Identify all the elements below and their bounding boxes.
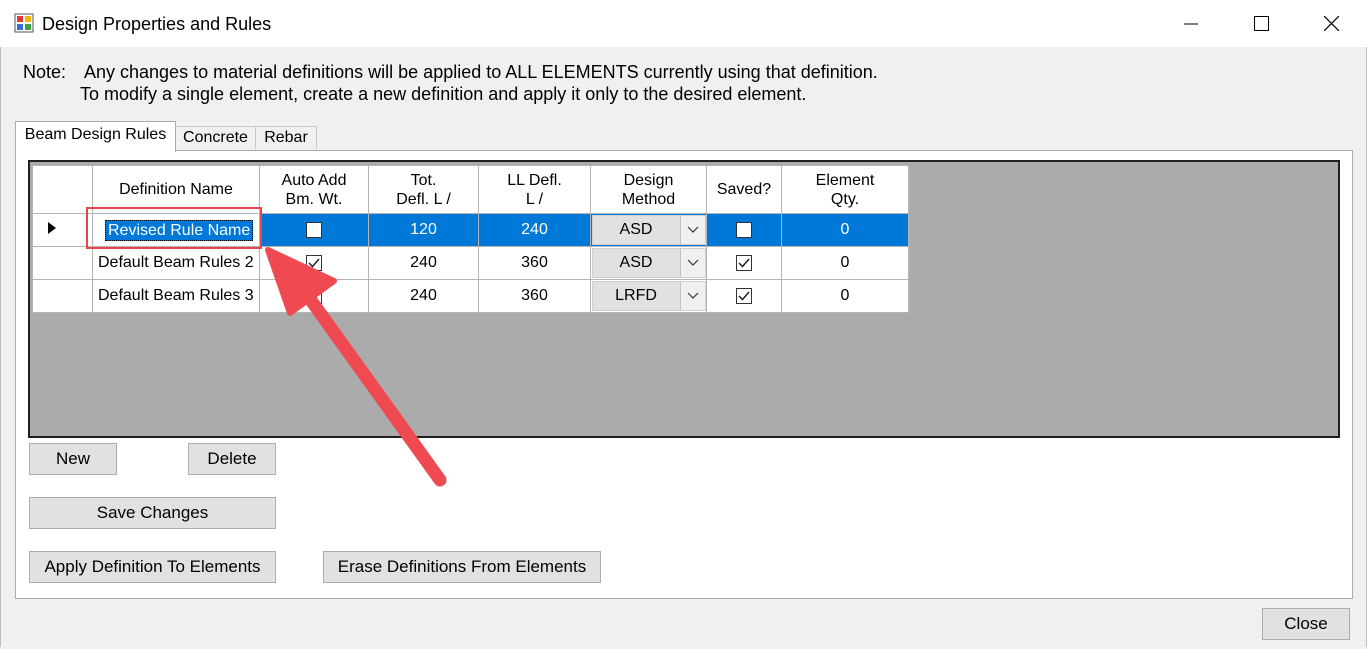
delete-button[interactable]: Delete	[188, 443, 276, 475]
chevron-down-icon[interactable]	[679, 282, 705, 310]
close-button[interactable]: Close	[1262, 608, 1350, 640]
saved-cell[interactable]	[706, 246, 782, 280]
col-header-ll-defl[interactable]: LL Defl. L /	[478, 165, 591, 214]
window-close-button[interactable]	[1296, 0, 1366, 47]
col-header-label: Defl. L /	[396, 190, 451, 208]
definition-name-cell[interactable]: Default Beam Rules 3	[92, 279, 260, 313]
element-qty-cell: 0	[781, 246, 909, 280]
note-line-2: To modify a single element, create a new…	[80, 84, 807, 104]
tab-concrete[interactable]: Concrete	[175, 126, 256, 149]
saved-cell[interactable]	[706, 213, 782, 247]
col-header-label: Definition Name	[119, 181, 233, 198]
chevron-down-icon[interactable]	[679, 216, 705, 244]
col-header-label: Bm. Wt.	[285, 190, 343, 208]
col-header-label: Auto Add	[281, 171, 347, 189]
auto-add-checkbox[interactable]	[306, 287, 322, 304]
checkmark-icon	[308, 258, 320, 268]
auto-add-cell[interactable]	[259, 213, 369, 247]
auto-add-checkbox[interactable]	[306, 221, 322, 238]
maximize-icon	[1253, 16, 1269, 31]
tab-rebar[interactable]: Rebar	[255, 126, 317, 149]
row-header[interactable]	[32, 246, 93, 280]
row-header-corner	[32, 165, 93, 214]
design-method-select[interactable]: ASD	[591, 215, 706, 245]
checkmark-icon	[738, 291, 750, 301]
tot-defl-cell[interactable]: 240	[368, 246, 479, 280]
saved-cell[interactable]	[706, 279, 782, 313]
minimize-icon	[1184, 23, 1198, 24]
design-method-select[interactable]: LRFD	[591, 281, 706, 311]
col-header-label: Design	[623, 171, 674, 189]
table-row[interactable]: Default Beam Rules 2 240 360 ASD 0	[32, 246, 909, 280]
note-line-1: Any changes to material definitions will…	[84, 62, 878, 82]
element-qty-cell: 0	[781, 279, 909, 313]
design-method-value: LRFD	[615, 287, 657, 304]
tot-defl-cell[interactable]: 240	[368, 279, 479, 313]
note-label: Note:	[23, 62, 67, 82]
close-icon	[1323, 16, 1339, 31]
checkmark-icon	[738, 258, 750, 268]
row-header[interactable]	[32, 213, 93, 247]
col-header-element-qty[interactable]: Element Qty.	[781, 165, 909, 214]
design-method-cell[interactable]: LRFD	[590, 279, 707, 313]
saved-checkbox[interactable]	[736, 287, 752, 304]
design-method-value: ASD	[619, 254, 653, 271]
auto-add-cell[interactable]	[259, 246, 369, 280]
col-header-label: Qty.	[830, 190, 860, 208]
checkmark-icon	[308, 291, 320, 301]
chevron-down-icon[interactable]	[679, 249, 705, 277]
col-header-label: Element	[815, 171, 875, 189]
design-method-select[interactable]: ASD	[591, 248, 706, 278]
col-header-label: Tot.	[410, 171, 437, 189]
col-header-label: L /	[525, 190, 544, 208]
tot-defl-cell[interactable]: 120	[368, 213, 479, 247]
element-qty-cell: 0	[781, 213, 909, 247]
auto-add-checkbox[interactable]	[306, 254, 322, 271]
ll-defl-cell[interactable]: 240	[478, 213, 591, 247]
col-header-auto-add[interactable]: Auto Add Bm. Wt.	[259, 165, 369, 214]
col-header-tot-defl[interactable]: Tot. Defl. L /	[368, 165, 479, 214]
auto-add-cell[interactable]	[259, 279, 369, 313]
ll-defl-cell[interactable]: 360	[478, 279, 591, 313]
col-header-label: Method	[621, 190, 676, 208]
saved-checkbox[interactable]	[736, 254, 752, 271]
apply-definition-button[interactable]: Apply Definition To Elements	[29, 551, 276, 583]
saved-checkbox[interactable]	[736, 221, 752, 238]
app-icon	[14, 13, 34, 33]
design-method-cell[interactable]: ASD	[590, 213, 707, 247]
definitions-grid[interactable]: Definition Name Auto Add Bm. Wt. Tot. Defl…	[28, 160, 1340, 438]
design-method-cell[interactable]: ASD	[590, 246, 707, 280]
erase-definitions-button[interactable]: Erase Definitions From Elements	[323, 551, 601, 583]
save-changes-button[interactable]: Save Changes	[29, 497, 276, 529]
col-header-label: Saved?	[716, 181, 772, 198]
new-button[interactable]: New	[29, 443, 117, 475]
table-row[interactable]: Default Beam Rules 3 240 360 LRFD 0	[32, 279, 909, 313]
col-header-label: LL Defl.	[507, 171, 562, 189]
definition-name-cell[interactable]: Default Beam Rules 2	[92, 246, 260, 280]
col-header-design-method[interactable]: Design Method	[590, 165, 707, 214]
minimize-button[interactable]	[1156, 0, 1226, 47]
maximize-button[interactable]	[1226, 0, 1296, 47]
window-title: Design Properties and Rules	[42, 14, 272, 34]
ll-defl-cell[interactable]: 360	[478, 246, 591, 280]
tab-beam-design-rules[interactable]: Beam Design Rules	[15, 121, 176, 152]
row-header[interactable]	[32, 279, 93, 313]
design-method-value: ASD	[619, 221, 653, 238]
annotation-highlight-box	[86, 207, 262, 249]
col-header-saved[interactable]: Saved?	[706, 165, 782, 214]
current-row-icon	[47, 222, 56, 234]
